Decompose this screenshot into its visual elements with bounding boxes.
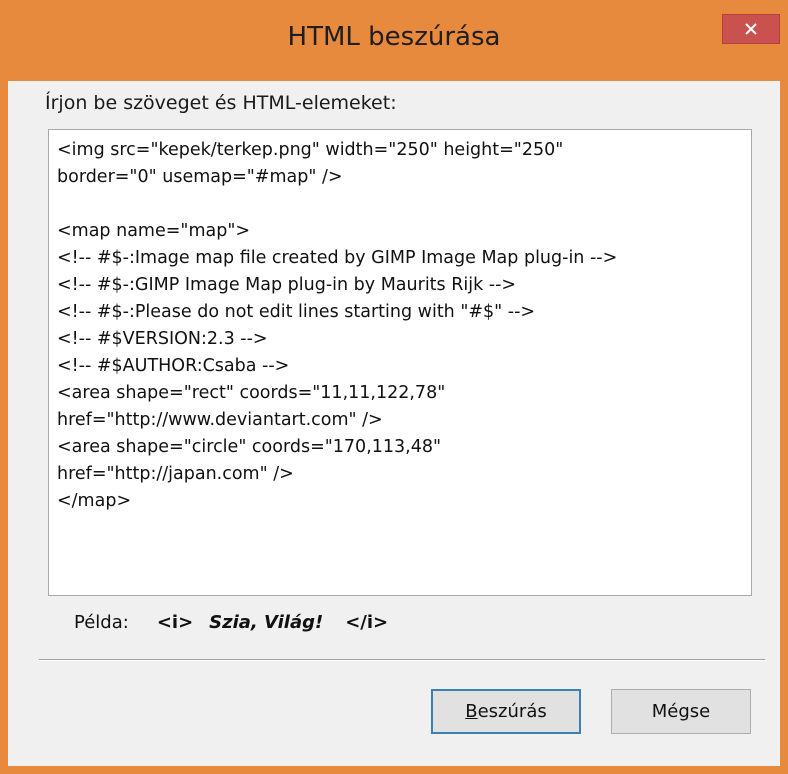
code-line: border="0" usemap="#map" /> <box>57 167 343 187</box>
example-row: Példa: <i> Szia, Világ! </i> <box>74 612 388 633</box>
example-open-tag: <i> <box>156 612 194 633</box>
code-line: <img src="kepek/terkep.png" width="250" … <box>57 140 564 160</box>
html-input-textarea[interactable]: <img src="kepek/terkep.png" width="250" … <box>48 129 752 596</box>
prompt-label: Írjon be szöveget és HTML-elemeket: <box>45 92 397 114</box>
cancel-button[interactable]: Mégse <box>611 689 751 734</box>
code-line: <area shape="rect" coords="11,11,122,78" <box>57 383 446 403</box>
code-line: <map name="map"> <box>57 221 251 241</box>
code-line: </map> <box>57 491 132 511</box>
code-line: <!-- #$AUTHOR:Csaba --> <box>57 356 290 376</box>
close-button[interactable] <box>722 14 780 44</box>
title-bar[interactable]: HTML beszúrása <box>0 0 788 81</box>
code-line: <!-- #$-:Please do not edit lines starti… <box>57 302 536 322</box>
code-line: href="http://japan.com" /> <box>57 464 294 484</box>
dialog-window: HTML beszúrása Írjon be szöveget és HTML… <box>0 0 788 774</box>
dialog-title: HTML beszúrása <box>287 22 501 52</box>
close-icon <box>745 23 757 35</box>
separator <box>39 659 765 661</box>
example-close-tag: </i> <box>345 612 389 633</box>
code-line: <!-- #$-:Image map file created by GIMP … <box>57 248 618 268</box>
insert-button-label: eszúrás <box>477 701 547 722</box>
example-text: Szia, Világ! <box>209 612 324 633</box>
code-line: <!-- #$VERSION:2.3 --> <box>57 329 268 349</box>
insert-button[interactable]: Beszúrás <box>431 689 581 734</box>
example-label: Példa: <box>74 612 129 633</box>
code-line: <!-- #$-:GIMP Image Map plug-in by Mauri… <box>57 275 517 295</box>
insert-accel-letter: B <box>465 701 478 722</box>
code-line: href="http://www.deviantart.com" /> <box>57 410 383 430</box>
code-line: <area shape="circle" coords="170,113,48" <box>57 437 442 457</box>
